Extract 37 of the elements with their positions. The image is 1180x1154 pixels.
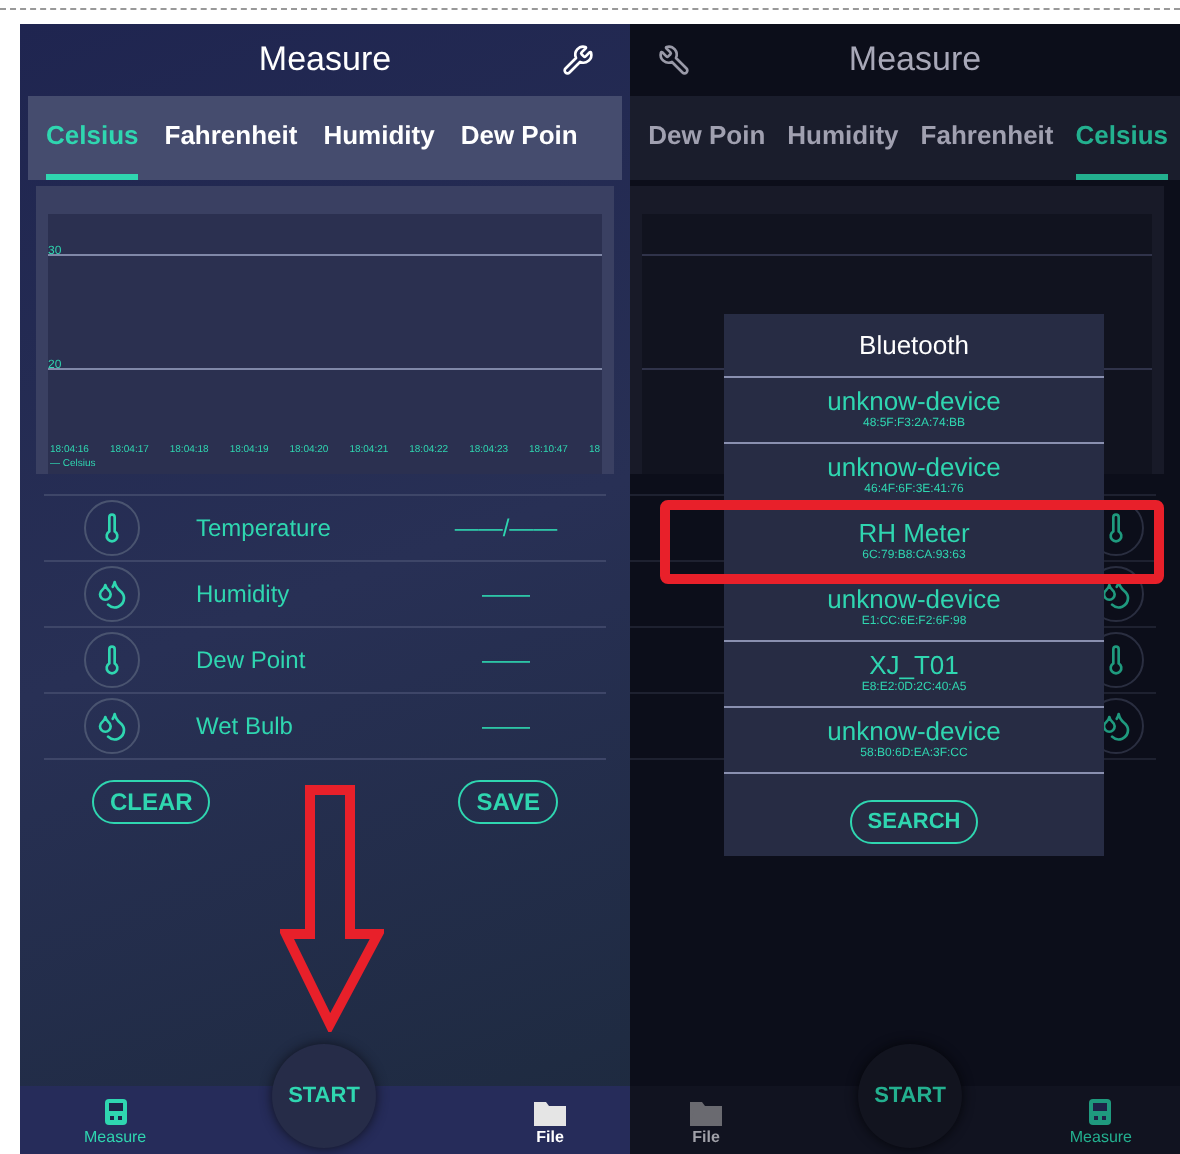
nav-tab[interactable]: File	[534, 1100, 566, 1150]
nav-tab[interactable]: Measure	[84, 1098, 147, 1150]
nav-tab[interactable]: Measure	[1069, 1098, 1132, 1150]
unit-tab[interactable]: Celsius	[46, 96, 139, 180]
unit-tab[interactable]: Humidity	[787, 96, 899, 180]
reading-label: Humidity	[196, 578, 290, 612]
unit-tab[interactable]: Fahrenheit	[164, 96, 298, 180]
action-button[interactable]: CLEAR	[92, 780, 211, 824]
meter-icon	[1088, 1098, 1113, 1126]
folder-icon	[534, 1100, 566, 1126]
unit-tab[interactable]: Fahrenheit	[920, 96, 1054, 180]
search-button[interactable]: SEARCH	[849, 800, 979, 844]
meter-icon	[103, 1098, 128, 1126]
reading-value: ——	[480, 578, 532, 612]
droplets-icon	[1100, 710, 1132, 742]
wrench-icon[interactable]	[658, 44, 690, 76]
reading-label: Dew Point	[196, 644, 306, 678]
nav-tab[interactable]: File	[690, 1100, 722, 1150]
reading-value: ——/——	[452, 512, 560, 546]
start-button[interactable]: START	[272, 1044, 376, 1148]
unit-tab[interactable]: Dew Poin	[460, 96, 578, 180]
unit-tab[interactable]: Celsius	[1075, 96, 1168, 180]
screen-title: Measure	[848, 38, 982, 83]
reading-label: Temperature	[196, 512, 331, 546]
start-button[interactable]: START	[858, 1044, 962, 1148]
droplets-icon	[96, 578, 128, 610]
screen-title: Measure	[258, 38, 392, 83]
action-button[interactable]: SAVE	[458, 780, 558, 824]
dialog-title: Bluetooth	[857, 328, 971, 364]
reading-value: ——	[480, 644, 532, 678]
unit-tab[interactable]: Dew Poin	[648, 96, 766, 180]
folder-icon	[690, 1100, 722, 1126]
droplets-icon	[1100, 578, 1132, 610]
reading-value: ——	[480, 710, 532, 744]
droplets-icon	[96, 710, 128, 742]
unit-tab[interactable]: Humidity	[323, 96, 435, 180]
reading-label: Wet Bulb	[196, 710, 293, 744]
